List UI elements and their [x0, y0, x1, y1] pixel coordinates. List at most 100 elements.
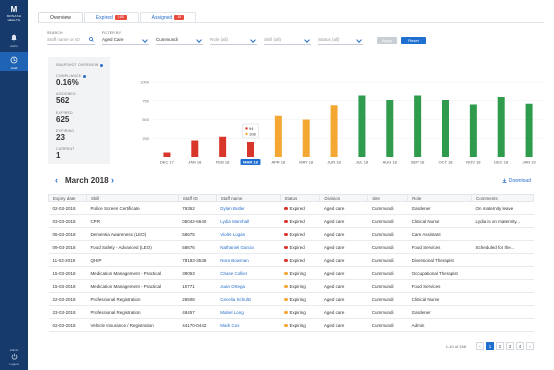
table-row[interactable]: 11-03-2018 QHIP 78183-3538 Nora Bowman Expir… — [48, 253, 534, 267]
bar-apr-18[interactable] — [274, 115, 282, 157]
bar-mar-18[interactable] — [247, 142, 254, 157]
column-header[interactable]: Comments — [471, 194, 534, 202]
comments-cell: Lydia is on maternity... — [471, 214, 534, 228]
search-input[interactable]: Staff name or ID — [47, 35, 95, 45]
sidebar-logout[interactable]: Admin Logout — [0, 348, 28, 366]
bar-feb-18[interactable] — [219, 136, 227, 157]
x-tick-label[interactable]: JUL 18 — [356, 159, 369, 164]
search-icon[interactable] — [89, 37, 94, 42]
tab-expired[interactable]: Expired 165 — [83, 12, 139, 22]
bar-oct-18[interactable] — [442, 100, 449, 157]
chevron-down-icon — [196, 37, 202, 43]
x-tick-label[interactable]: APR 18 — [271, 159, 286, 164]
bar-dec-17[interactable] — [163, 152, 171, 158]
page-button[interactable]: 4 — [516, 342, 524, 350]
main-content: Overview Expired 165 Assigned 15 SEARCH St… — [28, 0, 554, 370]
page-button[interactable]: 2 — [496, 342, 504, 350]
bar-may-18[interactable] — [302, 119, 310, 158]
x-tick-label[interactable]: MAY 18 — [299, 159, 314, 164]
tab-divider — [38, 22, 544, 23]
bar-dec-18[interactable] — [497, 97, 505, 157]
site-select[interactable]: Cummundi — [156, 35, 203, 45]
staff-name-link[interactable]: Cecelia Schultz — [216, 292, 281, 306]
prev-month-arrow[interactable]: ‹ — [55, 175, 58, 185]
table-row[interactable]: 23-03-2018 Professional Registration 48457… — [48, 305, 534, 319]
bar-jan-18[interactable] — [191, 140, 199, 158]
sidebar-item-audit[interactable]: Audit — [0, 52, 28, 71]
logo-line2: HEALTH — [7, 18, 21, 22]
bar-jan-19[interactable] — [525, 103, 533, 157]
table-row[interactable]: 02-03-2018 Police Screen Certificate 76352… — [48, 201, 534, 215]
next-page-button[interactable]: › — [526, 342, 534, 350]
bar-aug-18[interactable] — [386, 100, 394, 157]
division-cell: Aged care — [319, 318, 368, 332]
next-month-arrow[interactable]: › — [111, 175, 114, 185]
staff-name-link[interactable]: Lydia Marshall — [216, 214, 281, 228]
x-tick-label[interactable]: JUN 18 — [327, 159, 341, 164]
staff-name-link[interactable]: Juan Ortega — [216, 279, 281, 293]
staff-name-link[interactable]: Nora Bowman — [216, 253, 281, 267]
bar-sep-18[interactable] — [414, 95, 422, 158]
bar-nov-18[interactable] — [469, 104, 477, 158]
column-header[interactable]: Skill — [85, 194, 179, 202]
x-tick-label[interactable]: OCT 18 — [439, 159, 454, 164]
staff-name-link[interactable]: Mark Cox — [216, 318, 281, 332]
x-tick-label[interactable]: MAR 18 — [243, 159, 258, 164]
column-header[interactable]: Site — [367, 194, 409, 202]
table-header-row: Expiry date Skill Staff ID Staff name Status… — [48, 194, 534, 202]
x-tick-label[interactable]: JAN 19 — [523, 159, 537, 164]
site-cell: Cummundi — [367, 253, 408, 267]
x-tick-label[interactable]: FEB 18 — [216, 159, 230, 164]
page-button[interactable]: 1 — [486, 342, 494, 350]
skill-select[interactable]: Skill (all) — [264, 35, 311, 45]
page-button[interactable]: 3 — [506, 342, 514, 350]
x-tick-label[interactable]: JAN 18 — [188, 159, 202, 164]
apply-button[interactable]: Apply — [377, 37, 397, 44]
x-tick-label[interactable]: AUG 18 — [383, 159, 398, 164]
table-row[interactable]: 15-03-2018 Medication Management - Practi… — [48, 266, 534, 280]
sidebar-item-alerts[interactable]: Alerts — [0, 31, 28, 48]
column-header[interactable]: Status — [279, 194, 321, 202]
role-select[interactable]: Role (all) — [210, 35, 257, 45]
status-cell: Expiring — [280, 292, 320, 306]
bar-jul-18[interactable] — [358, 95, 366, 158]
reset-button[interactable]: Reset — [401, 37, 426, 44]
table-row[interactable]: 02-03-2018 Vehicle Insurance / Registrati… — [48, 318, 534, 332]
table-row[interactable]: 15-03-2018 Medication Management - Practi… — [48, 279, 534, 293]
staff-name-link[interactable]: Mabel Long — [216, 305, 281, 319]
table-row[interactable]: 22-03-2018 Professional Registration 26508… — [48, 292, 534, 306]
table-row[interactable]: 09-03-2018 Food Safety - Advanced (LEO) 58… — [48, 240, 534, 254]
status-cell: Expired — [280, 253, 320, 267]
x-tick-label[interactable]: DEC 18 — [494, 159, 509, 164]
staff-name-link[interactable]: Dylan Butler — [216, 201, 281, 215]
expiry-date-cell: 02-03-2018 — [48, 318, 87, 332]
x-tick-label[interactable]: SEP 18 — [411, 159, 425, 164]
bar-jun-18[interactable] — [330, 105, 338, 157]
division-cell: Aged care — [319, 279, 368, 293]
status-select[interactable]: Status (all) — [318, 35, 363, 45]
column-header[interactable]: Expiry date — [48, 194, 87, 202]
role-cell: Clinical Nurse — [407, 292, 472, 306]
tab-assigned[interactable]: Assigned 15 — [139, 12, 197, 22]
column-header[interactable]: Staff ID — [177, 194, 217, 202]
x-tick-label[interactable]: NOV 18 — [466, 159, 481, 164]
column-header[interactable]: Division — [319, 194, 369, 202]
site-value: Cummundi — [156, 37, 178, 42]
staff-name-link[interactable]: Chase Collier — [216, 266, 281, 280]
logo-mark: M — [10, 5, 18, 14]
table-row[interactable]: 03-03-2018 CPR 05042-6640 Lydia Marshall Exp… — [48, 214, 534, 228]
y-tick-label: 1000 — [140, 80, 150, 85]
tab-overview[interactable]: Overview — [38, 12, 83, 22]
staff-name-link[interactable]: Nathaniel Garcia — [216, 240, 281, 254]
column-header[interactable]: Staff name — [215, 194, 281, 202]
division-select[interactable]: Aged Care — [102, 35, 149, 45]
x-tick-label[interactable]: DEC 17 — [160, 159, 175, 164]
download-link[interactable]: Download — [502, 178, 531, 184]
status-dot-icon — [284, 258, 288, 263]
comments-cell: Scheduled for the... — [471, 240, 534, 254]
tab-label: Assigned — [151, 15, 173, 21]
prev-page-button[interactable]: ‹ — [476, 342, 484, 350]
staff-name-link[interactable]: Violet Logan — [216, 227, 281, 241]
column-header[interactable]: Role — [407, 194, 473, 202]
table-row[interactable]: 06-03-2018 Dementia Awareness (LEO) 58675 V… — [48, 227, 534, 241]
